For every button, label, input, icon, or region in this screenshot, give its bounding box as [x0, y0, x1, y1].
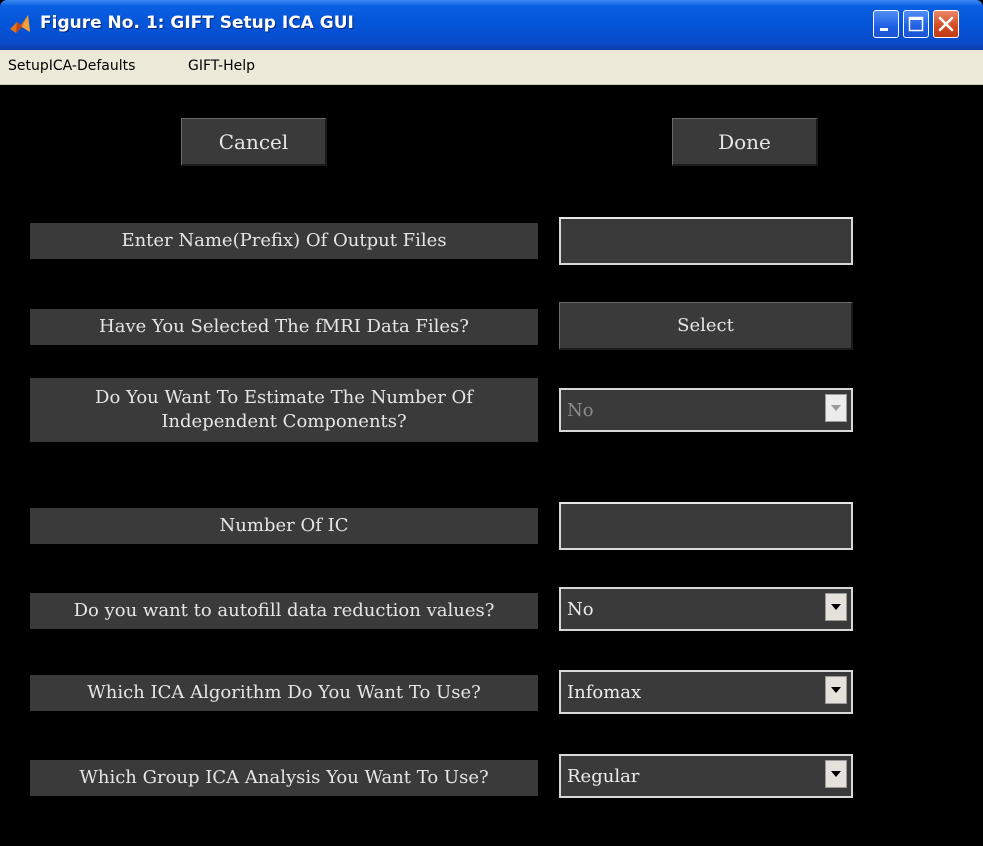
algorithm-value: Infomax	[567, 681, 642, 703]
close-icon	[938, 16, 954, 32]
estimate-components-label-line1: Do You Want To Estimate The Number Of	[95, 387, 473, 408]
chevron-down-icon	[831, 405, 841, 411]
group-analysis-dropdown[interactable]: Regular	[559, 754, 853, 798]
autofill-label: Do you want to autofill data reduction v…	[30, 593, 538, 629]
chevron-down-icon	[831, 687, 841, 693]
output-prefix-input[interactable]	[559, 217, 853, 265]
dropdown-arrow-button[interactable]	[825, 593, 847, 621]
dropdown-arrow-button[interactable]	[825, 676, 847, 704]
autofill-value: No	[567, 598, 594, 620]
cancel-button[interactable]: Cancel	[181, 118, 327, 166]
menu-setupica-defaults[interactable]: SetupICA-Defaults	[8, 58, 135, 74]
estimate-components-value: No	[567, 399, 594, 421]
estimate-components-label: Do You Want To Estimate The Number Of In…	[30, 378, 538, 442]
number-of-ic-input[interactable]	[559, 502, 853, 550]
chevron-down-icon	[831, 771, 841, 777]
chevron-down-icon	[831, 604, 841, 610]
estimate-components-label-line2: Independent Components?	[161, 411, 407, 432]
group-analysis-value: Regular	[567, 765, 640, 787]
dropdown-arrow-button[interactable]	[825, 394, 847, 422]
number-of-ic-label: Number Of IC	[30, 508, 538, 544]
close-button[interactable]	[933, 10, 959, 38]
menu-gift-help[interactable]: GIFT-Help	[188, 58, 255, 74]
group-analysis-label: Which Group ICA Analysis You Want To Use…	[30, 760, 538, 796]
algorithm-label: Which ICA Algorithm Do You Want To Use?	[30, 675, 538, 711]
minimize-icon	[880, 28, 888, 31]
maximize-icon	[908, 16, 924, 32]
output-prefix-label: Enter Name(Prefix) Of Output Files	[30, 223, 538, 259]
done-button[interactable]: Done	[672, 118, 818, 166]
menu-bar: SetupICA-Defaults GIFT-Help	[0, 50, 983, 85]
title-bar[interactable]: Figure No. 1: GIFT Setup ICA GUI	[0, 0, 983, 50]
maximize-button[interactable]	[903, 10, 929, 38]
estimate-components-dropdown[interactable]: No	[559, 388, 853, 432]
dropdown-arrow-button[interactable]	[825, 760, 847, 788]
data-files-label: Have You Selected The fMRI Data Files?	[30, 309, 538, 345]
matlab-icon	[10, 15, 30, 33]
algorithm-dropdown[interactable]: Infomax	[559, 670, 853, 714]
minimize-button[interactable]	[873, 10, 899, 38]
autofill-dropdown[interactable]: No	[559, 587, 853, 631]
window-title: Figure No. 1: GIFT Setup ICA GUI	[40, 13, 354, 33]
select-data-button[interactable]: Select	[559, 302, 853, 350]
